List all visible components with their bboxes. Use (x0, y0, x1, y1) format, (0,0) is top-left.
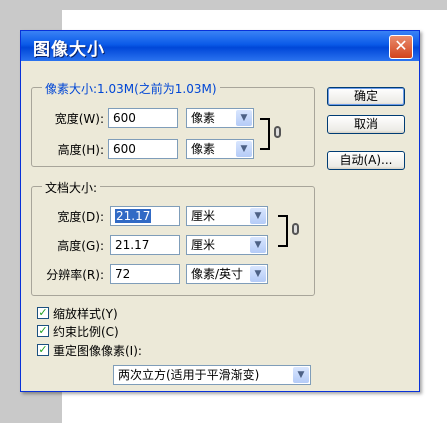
image-size-dialog: 图像大小 ✕ 像素大小:1.03M(之前为1.03M) 宽度(W): 600 像… (20, 30, 420, 392)
pixel-height-label: 高度(H): (57, 143, 104, 157)
doc-height-input[interactable]: 21.17 (110, 235, 180, 255)
resolution-label: 分辨率(R): (46, 268, 104, 282)
doc-width-label: 宽度(D): (57, 210, 104, 224)
doc-height-unit-select[interactable]: 厘米 ▼ (186, 235, 268, 255)
pixel-width-label: 宽度(W): (54, 112, 104, 126)
close-icon: ✕ (394, 36, 408, 55)
pixel-width-input[interactable]: 600 (108, 108, 178, 128)
resolution-unit-select[interactable]: 像素/英寸 ▼ (186, 264, 268, 284)
chevron-down-icon: ▼ (250, 266, 266, 282)
resample-image-label: 重定图像像素(I): (53, 344, 142, 358)
constrain-proportions-checkbox[interactable]: ✓ (37, 325, 49, 337)
doc-width-input[interactable]: 21.17 (110, 206, 180, 226)
auto-button[interactable]: 自动(A)... (327, 151, 405, 170)
resample-image-checkbox[interactable]: ✓ (37, 344, 49, 356)
dialog-title: 图像大小 (33, 40, 105, 60)
chevron-down-icon: ▼ (293, 367, 309, 383)
pixel-width-unit-select[interactable]: 像素 ▼ (186, 108, 254, 128)
doc-width-unit-select[interactable]: 厘米 ▼ (186, 206, 268, 226)
chevron-down-icon: ▼ (236, 110, 252, 126)
chevron-down-icon: ▼ (236, 141, 252, 157)
pixel-dimensions-legend: 像素大小:1.03M(之前为1.03M) (42, 80, 220, 97)
scale-styles-checkbox[interactable]: ✓ (37, 307, 49, 319)
chevron-down-icon: ▼ (250, 237, 266, 253)
constrain-proportions-label: 约束比例(C) (53, 325, 119, 339)
pixel-height-unit-select[interactable]: 像素 ▼ (186, 139, 254, 159)
cancel-button[interactable]: 取消 (327, 115, 405, 134)
scale-styles-label: 缩放样式(Y) (53, 307, 118, 321)
resolution-input[interactable]: 72 (110, 264, 180, 284)
document-size-legend: 文档大小: (42, 179, 101, 196)
pixel-height-input[interactable]: 600 (108, 139, 178, 159)
ok-button[interactable]: 确定 (327, 87, 405, 106)
pixel-dimensions-group: 像素大小:1.03M(之前为1.03M) 宽度(W): 600 像素 ▼ 高度(H… (31, 80, 315, 167)
chevron-down-icon: ▼ (250, 208, 266, 224)
close-button[interactable]: ✕ (389, 35, 413, 59)
title-bar[interactable]: 图像大小 ✕ (21, 31, 419, 61)
chain-link-icon (292, 223, 299, 235)
doc-link-bracket (278, 215, 288, 247)
chain-link-icon (274, 126, 281, 138)
doc-height-label: 高度(G): (57, 239, 104, 253)
pixel-link-bracket (260, 118, 270, 150)
document-size-group: 文档大小: 宽度(D): 21.17 厘米 ▼ 高度(G): 21.17 厘米 ▼ … (31, 179, 315, 296)
resample-method-select[interactable]: 两次立方(适用于平滑渐变) ▼ (113, 365, 311, 385)
